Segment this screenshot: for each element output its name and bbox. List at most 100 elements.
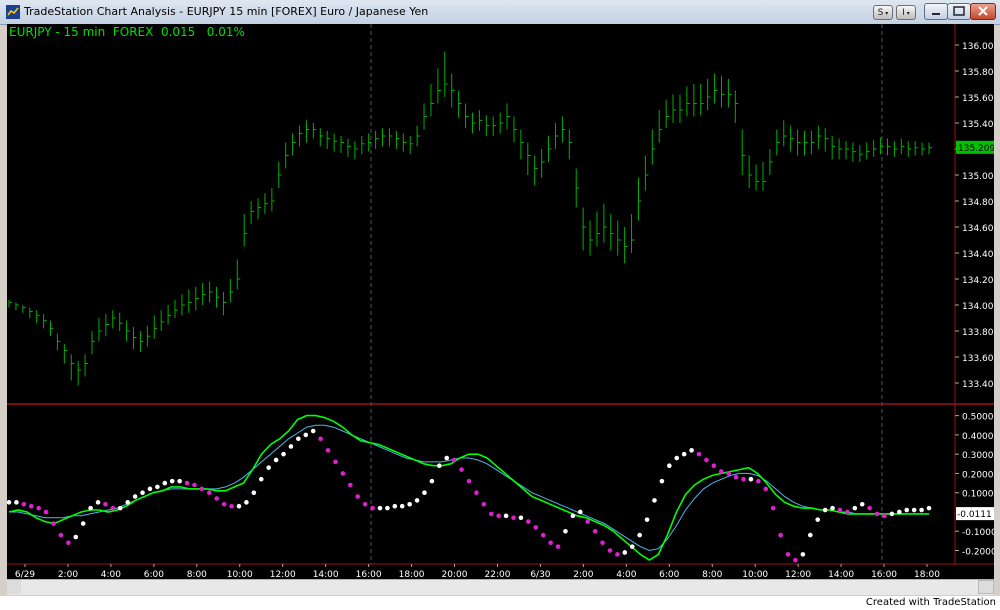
- oscillator-dot: [155, 484, 160, 490]
- oscillator-dot: [236, 503, 242, 509]
- chart-area[interactable]: 136.000135.800135.600135.400135.200135.0…: [7, 24, 994, 587]
- time-tick-label: 18:00: [399, 570, 425, 579]
- insert-button[interactable]: I ▾: [896, 5, 916, 20]
- price-tick-label: 135.000: [962, 172, 994, 182]
- time-tick-label: 6:00: [144, 570, 164, 579]
- oscillator-dot: [21, 501, 27, 507]
- fast-signal-line: [8, 414, 929, 562]
- oscillator-dot: [548, 540, 553, 546]
- symbol-label: EURJPY - 15 min FOREX 0.015 0.01%: [9, 25, 245, 39]
- osc-tick-label: 0.5000: [962, 413, 994, 423]
- scroll-left-icon[interactable]: [7, 580, 21, 594]
- time-tick-label: 8:00: [187, 570, 207, 579]
- oscillator-dot: [696, 451, 702, 457]
- oscillator-dot: [577, 509, 583, 515]
- osc-tick-label: 0.4000: [962, 432, 994, 442]
- price-tick-label: 133.600: [962, 354, 994, 364]
- time-tick-label: 10:00: [227, 570, 253, 579]
- scroll-right-icon[interactable]: [978, 580, 994, 594]
- osc-tick-label: -0.2000: [962, 548, 994, 558]
- oscillator-dot: [451, 457, 457, 463]
- oscillator-dot: [852, 505, 858, 511]
- close-icon: [978, 6, 988, 16]
- oscillator-dot: [244, 500, 249, 505]
- oscillator-dot: [251, 490, 257, 496]
- oscillator-dot: [377, 505, 383, 511]
- symbol-link-button[interactable]: S ▾: [873, 5, 893, 20]
- oscillator-dot: [607, 548, 613, 553]
- time-tick-label: 12:00: [270, 570, 296, 579]
- oscillator-dot: [169, 478, 175, 484]
- time-tick-label: 2:00: [573, 570, 593, 579]
- oscillator-dot: [911, 507, 917, 513]
- last-price-label: 135.209: [958, 144, 994, 154]
- chart-canvas[interactable]: 136.000135.800135.600135.400135.200135.0…: [7, 24, 994, 579]
- oscillator-dot: [429, 478, 435, 484]
- oscillator-dot: [859, 501, 865, 507]
- oscillator-dot: [540, 532, 546, 538]
- oscillator-dot: [392, 503, 398, 509]
- oscillator-dot: [310, 428, 316, 434]
- oscillator-dot: [533, 525, 539, 530]
- oscillator-dot: [184, 480, 190, 486]
- oscillator-dot: [110, 505, 116, 511]
- osc-tick-label: 0.3000: [962, 451, 994, 461]
- price-tick-label: 135.800: [962, 68, 994, 78]
- price-tick-label: 134.000: [962, 302, 994, 312]
- oscillator-dot: [867, 505, 872, 511]
- oscillator-dot: [837, 507, 843, 513]
- time-tick-label: 14:00: [828, 570, 854, 579]
- oscillator-dot: [882, 513, 887, 519]
- oscillator-dot: [414, 498, 420, 503]
- oscillator-dot: [600, 540, 605, 546]
- oscillator-dot: [785, 552, 791, 557]
- oscillator-dot: [926, 505, 932, 511]
- oscillator-dot: [815, 517, 821, 522]
- oscillator-dot: [741, 476, 746, 482]
- oscillator-dot: [221, 501, 227, 507]
- oscillator-dot: [192, 482, 197, 488]
- app-icon: [6, 5, 20, 19]
- slow-signal-line: [9, 424, 929, 552]
- oscillator-dot: [95, 500, 101, 505]
- oscillator-dot: [36, 505, 41, 511]
- oscillator-dot: [793, 557, 798, 563]
- oscillator-dot: [459, 467, 464, 472]
- oscillator-dot: [347, 482, 353, 488]
- oscillator-dot: [370, 505, 375, 511]
- close-button[interactable]: [970, 3, 996, 20]
- price-tick-label: 135.600: [962, 94, 994, 104]
- title-bar: TradeStation Chart Analysis - EURJPY 15 …: [0, 0, 1000, 25]
- oscillator-dot: [474, 490, 479, 496]
- maximize-button[interactable]: [947, 3, 971, 20]
- minimize-button[interactable]: [924, 3, 948, 20]
- oscillator-dot: [399, 503, 405, 509]
- oscillator-dot: [897, 509, 902, 515]
- osc-tick-label: 0.1000: [962, 490, 994, 500]
- price-tick-label: 135.400: [962, 120, 994, 130]
- oscillator-dot: [132, 494, 138, 499]
- status-bar: Created with TradeStation: [0, 596, 1000, 610]
- horizontal-scrollbar[interactable]: [7, 579, 994, 595]
- oscillator-dot: [140, 490, 145, 496]
- oscillator-dot: [526, 519, 531, 524]
- time-tick-label: 10:00: [742, 570, 768, 579]
- oscillator-dot: [207, 490, 212, 496]
- oscillator-dot: [570, 513, 576, 519]
- oscillator-dot: [585, 519, 591, 524]
- window-title: TradeStation Chart Analysis - EURJPY 15 …: [24, 5, 429, 18]
- time-tick-label: 6/29: [15, 570, 35, 579]
- oscillator-dot: [273, 457, 279, 463]
- oscillator-dot: [407, 501, 412, 507]
- time-tick-label: 16:00: [356, 570, 382, 579]
- time-tick-label: 18:00: [914, 570, 940, 579]
- oscillator-dot: [488, 511, 494, 517]
- time-tick-label: 2:00: [58, 570, 78, 579]
- oscillator-dot: [674, 455, 680, 461]
- oscillator-dot: [340, 471, 346, 476]
- time-tick-label: 20:00: [442, 570, 468, 579]
- oscillator-dot: [644, 517, 650, 522]
- price-tick-label: 134.200: [962, 276, 994, 286]
- oscillator-dot: [466, 478, 472, 484]
- oscillator-dot: [51, 521, 56, 526]
